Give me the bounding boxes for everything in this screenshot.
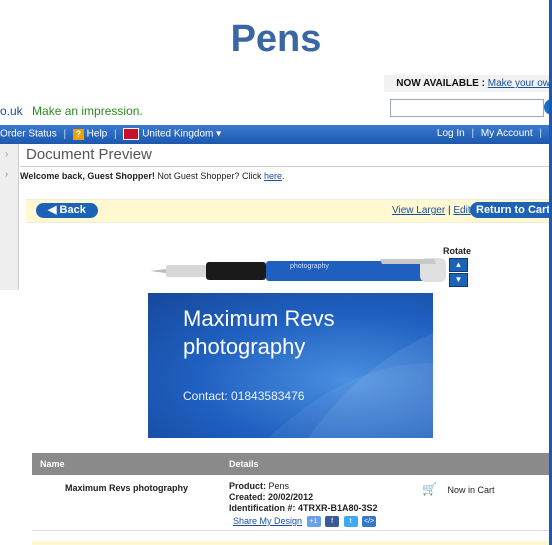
pen-imprint-text: photography <box>290 263 329 270</box>
rotate-down-button[interactable]: ▼ <box>449 273 468 287</box>
return-to-cart-button[interactable]: Return to Cart <box>470 202 552 218</box>
card-line-2: photography <box>183 334 306 359</box>
facebook-icon[interactable]: f <box>325 516 340 528</box>
tagline: o.uk Make an impression. <box>0 104 143 118</box>
domain-fragment: o.uk <box>0 104 23 118</box>
document-preview-title: Document Preview <box>26 146 152 163</box>
cart-icon: 🛒 <box>422 482 437 496</box>
now-available-banner: NOW AVAILABLE : Make your ow <box>384 75 552 92</box>
product-value: Pens <box>268 481 290 491</box>
row-design-name: Maximum Revs photography <box>65 483 189 493</box>
back-button[interactable]: ◀ Back <box>36 203 98 218</box>
nav-order-status[interactable]: Order Status <box>0 129 57 140</box>
back-arrow-icon: ◀ <box>48 204 60 216</box>
sidebar: › › <box>0 144 19 290</box>
created-label: Created: <box>229 492 266 502</box>
welcome-here-link[interactable]: here <box>264 171 282 181</box>
embed-code-icon[interactable]: </> <box>362 516 377 528</box>
created-value: 20/02/2012 <box>268 492 314 502</box>
view-links: View Larger | Edit <box>392 205 471 216</box>
twitter-icon[interactable]: t <box>343 516 358 528</box>
welcome-bold: Welcome back, Guest Shopper! <box>20 171 155 181</box>
table-row: Maximum Revs photography Product: Pens C… <box>32 475 552 531</box>
view-larger-link[interactable]: View Larger <box>392 205 445 216</box>
uk-flag-icon <box>123 128 140 140</box>
chevron-right-icon[interactable]: › <box>5 169 8 180</box>
now-available-label: NOW AVAILABLE : <box>396 78 485 89</box>
welcome-text: Not Guest Shopper? Click <box>157 171 262 181</box>
chevron-right-icon[interactable]: › <box>5 149 8 160</box>
back-label: Back <box>59 204 86 216</box>
search-input[interactable] <box>390 99 544 117</box>
welcome-message: Welcome back, Guest Shopper! Not Guest S… <box>20 166 552 181</box>
card-contact: Contact: 01843583476 <box>183 389 305 403</box>
id-value: 4TRXR-B1A80-3S2 <box>298 503 378 513</box>
col-details-header: Details <box>229 459 259 469</box>
now-available-link[interactable]: Make your ow <box>488 78 550 89</box>
table-header: Name Details <box>32 453 552 475</box>
chevron-down-icon: ▾ <box>216 128 222 140</box>
bottom-action-bar <box>32 541 552 545</box>
edit-link[interactable]: Edit <box>453 205 470 216</box>
product-label: Product: <box>229 481 266 491</box>
nav-region[interactable]: United Kingdom <box>142 129 213 140</box>
design-table: Name Details Maximum Revs photography Pr… <box>32 453 552 531</box>
row-details: Product: Pens Created: 20/02/2012 Identi… <box>229 481 378 528</box>
top-navbar: Order Status | ? Help | United Kingdom ▾… <box>0 125 552 144</box>
card-name: Maximum Revs photography <box>183 305 335 361</box>
page-title: Pens <box>230 18 322 60</box>
col-name-header: Name <box>40 459 65 469</box>
help-icon: ? <box>72 128 84 140</box>
tagline-text: Make an impression. <box>32 104 143 118</box>
rotate-up-button[interactable]: ▲ <box>449 258 468 272</box>
nav-help[interactable]: Help <box>87 129 108 140</box>
google-plus-icon[interactable]: +1 <box>306 516 321 528</box>
share-my-design-link[interactable]: Share My Design <box>233 516 302 526</box>
card-line-1: Maximum Revs <box>183 306 335 331</box>
cart-status-text: Now in Cart <box>447 485 495 495</box>
id-label: Identification #: <box>229 503 296 513</box>
nav-my-account[interactable]: My Account <box>481 128 533 139</box>
design-preview-card: Maximum Revs photography Contact: 018435… <box>148 293 433 438</box>
nav-login[interactable]: Log In <box>437 128 465 139</box>
cart-status: 🛒 Now in Cart <box>422 482 494 496</box>
pen-image: photography <box>150 258 446 282</box>
